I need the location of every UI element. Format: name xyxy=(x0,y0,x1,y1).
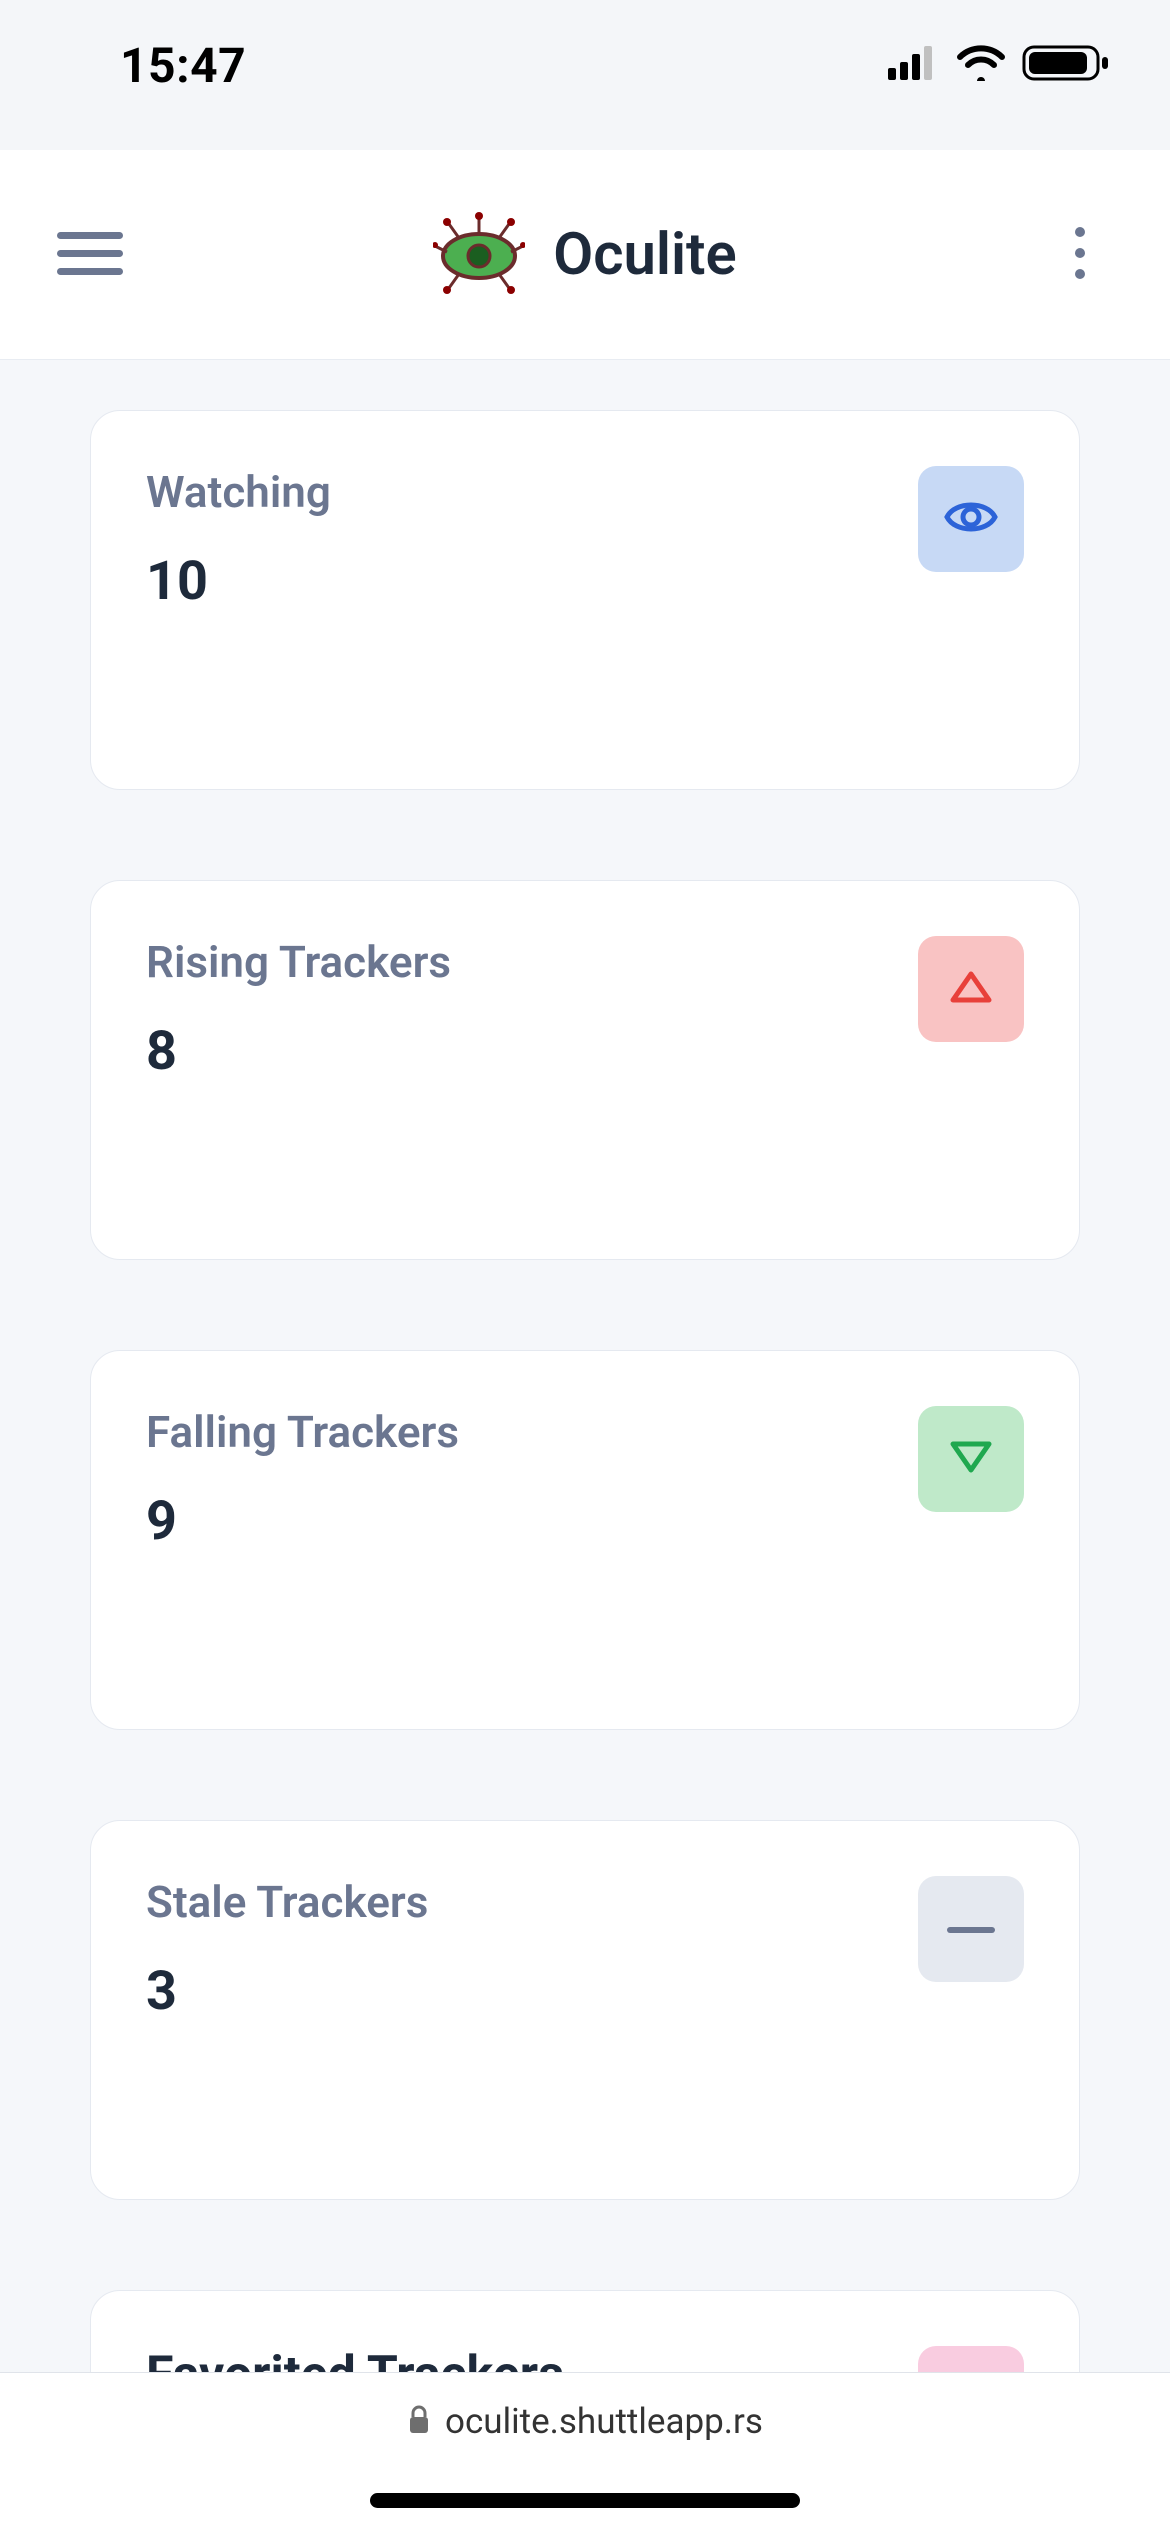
card-icon-badge xyxy=(918,2346,1024,2372)
triangle-down-icon xyxy=(949,1438,993,1480)
app-header: Oculite xyxy=(0,150,1170,360)
card-value: 3 xyxy=(146,1960,428,2023)
minus-icon xyxy=(947,1920,995,1939)
stat-card-falling[interactable]: Falling Trackers 9 xyxy=(90,1350,1080,1730)
menu-button[interactable] xyxy=(55,220,125,290)
status-icons xyxy=(888,43,1110,87)
card-icon-badge xyxy=(918,466,1024,572)
card-label: Falling Trackers xyxy=(146,1406,459,1458)
card-value: 8 xyxy=(146,1020,451,1083)
eye-icon xyxy=(943,497,999,541)
cellular-icon xyxy=(888,46,940,84)
status-bar: 15:47 xyxy=(0,0,1170,150)
battery-icon xyxy=(1022,43,1110,87)
stat-card-rising[interactable]: Rising Trackers 8 xyxy=(90,880,1080,1260)
content-area: Watching 10 Rising Trackers 8 xyxy=(0,360,1170,2372)
card-icon-badge xyxy=(918,1876,1024,1982)
hamburger-icon xyxy=(57,228,123,282)
stat-card-favorited[interactable]: Favorited Trackers xyxy=(90,2290,1080,2372)
browser-url: oculite.shuttleapp.rs xyxy=(445,2401,763,2442)
card-value: 9 xyxy=(146,1490,459,1553)
card-label: Watching xyxy=(146,466,331,518)
stat-card-watching[interactable]: Watching 10 xyxy=(90,410,1080,790)
browser-chrome[interactable]: oculite.shuttleapp.rs xyxy=(0,2372,1170,2532)
kebab-icon xyxy=(1073,225,1087,285)
wifi-icon xyxy=(956,45,1006,85)
card-label: Stale Trackers xyxy=(146,1876,428,1928)
triangle-up-icon xyxy=(949,968,993,1010)
more-button[interactable] xyxy=(1045,220,1115,290)
card-icon-badge xyxy=(918,1406,1024,1512)
status-time: 15:47 xyxy=(120,37,246,94)
logo-eye-icon xyxy=(433,210,525,300)
home-indicator[interactable] xyxy=(370,2493,800,2508)
stat-card-stale[interactable]: Stale Trackers 3 xyxy=(90,1820,1080,2200)
card-value: 10 xyxy=(146,550,331,613)
card-icon-badge xyxy=(918,936,1024,1042)
card-label: Rising Trackers xyxy=(146,936,451,988)
brand: Oculite xyxy=(125,210,1045,300)
lock-icon xyxy=(407,2405,431,2439)
card-label: Favorited Trackers xyxy=(146,2346,564,2372)
app-title: Oculite xyxy=(553,221,736,289)
